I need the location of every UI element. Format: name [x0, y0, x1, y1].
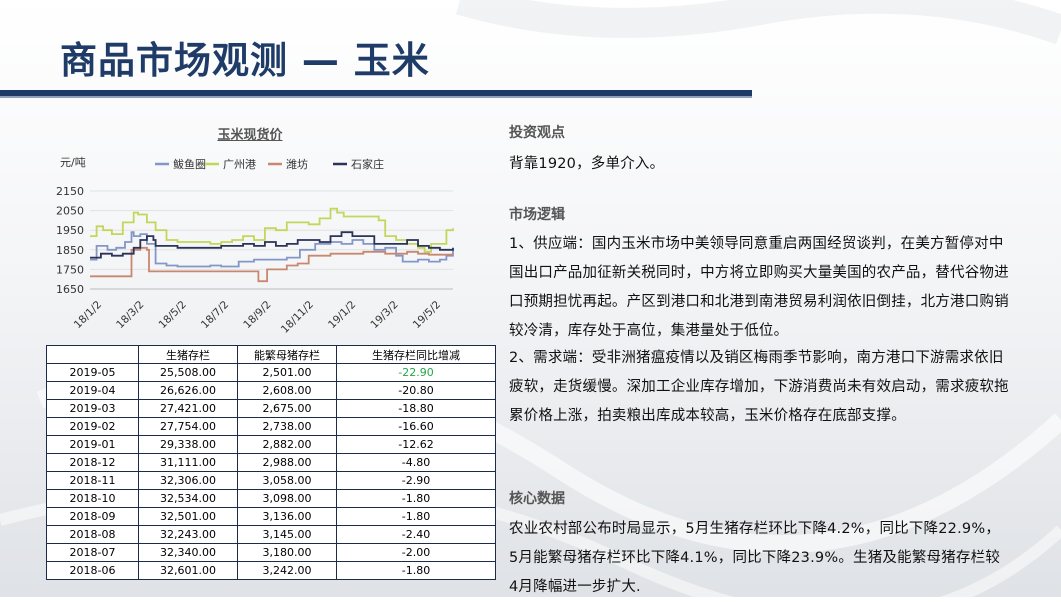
section-text-logic-demand: 2、需求端：受非洲猪瘟疫情以及销区梅雨季节影响，南方港口下游需求依旧疲软，走货缓…: [509, 350, 1009, 424]
table-cell: 2,738.00: [237, 417, 337, 436]
table-row: 2018-12 31,111.00 2,988.00 -4.80: [46, 453, 496, 472]
table-cell: 26,626.00: [138, 381, 238, 400]
table-cell: 2018-07: [46, 543, 139, 562]
table-cell: 2019-03: [46, 399, 139, 418]
title-underline-accent: [0, 96, 752, 98]
table-cell: 2019-04: [46, 381, 139, 400]
table-cell: 27,754.00: [138, 417, 238, 436]
y-tick-label: 1950: [56, 224, 84, 237]
table-header-cell: 生猪存栏同比增减: [336, 345, 496, 364]
table-cell: 3,098.00: [237, 489, 337, 508]
corn-spot-price-chart: 玉米现货价 元/吨 1650 1750 1850 1950 2050 2150 18/1/2 1…: [40, 118, 460, 340]
hog-inventory-table: 生猪存栏 能繁母猪存栏 生猪存栏同比增减 2019-05 25,508.00 2,5…: [46, 345, 496, 580]
table-cell: 2018-06: [46, 561, 139, 580]
table-cell: 3,136.00: [237, 507, 337, 526]
table-cell: 27,421.00: [138, 399, 238, 418]
section-text-data: 农业农村部公布时局显示，5月生猪存栏环比下降4.2%，同比下降22.9%，5月能…: [509, 521, 1001, 595]
legend-label: 石家庄: [351, 157, 384, 171]
table-cell: -18.80: [336, 399, 496, 418]
section-heading-data: 核心数据: [509, 491, 565, 507]
x-tick-label: 19/1/2: [326, 299, 358, 331]
table-cell: -22.90: [336, 363, 496, 382]
table-cell: 2,501.00: [237, 363, 337, 382]
chart-plot: 元/吨 1650 1750 1850 1950 2050 2150 18/1/2 18/3/2 1…: [56, 156, 454, 336]
y-tick-label: 1650: [56, 283, 84, 296]
table-cell: 32,243.00: [138, 525, 238, 544]
table-cell: 32,306.00: [138, 471, 238, 490]
table-cell: -1.80: [336, 507, 496, 526]
x-tick-label: 18/3/2: [114, 299, 146, 331]
x-tick-label: 18/9/2: [241, 299, 273, 331]
y-axis-unit-label: 元/吨: [60, 156, 86, 169]
table-cell: 32,601.00: [138, 561, 238, 580]
table-cell: 2018-11: [46, 471, 139, 490]
series-line: [90, 246, 453, 283]
table-row: 2018-10 32,534.00 3,098.00 -1.80: [46, 489, 496, 508]
table-header-cell: 生猪存栏: [138, 345, 238, 364]
x-tick-label: 18/5/2: [156, 299, 188, 331]
table-cell: 2018-09: [46, 507, 139, 526]
table-cell: 31,111.00: [138, 453, 238, 472]
table-row: 2019-02 27,754.00 2,738.00 -16.60: [46, 417, 496, 436]
table-cell: 32,534.00: [138, 489, 238, 508]
table-cell: 3,058.00: [237, 471, 337, 490]
y-tick-label: 1850: [56, 244, 84, 257]
table-cell: 2019-05: [46, 363, 139, 382]
section-text-logic-supply: 1、供应端：国内玉米市场中美领导同意重启两国经贸谈判，在美方暂停对中国出口产品加…: [509, 236, 1009, 339]
section-heading-view: 投资观点: [509, 125, 565, 141]
table-row: 2018-07 32,340.00 3,180.00 -2.00: [46, 543, 496, 562]
table-cell: 2,608.00: [237, 381, 337, 400]
table-cell: 3,242.00: [237, 561, 337, 580]
y-tick-label: 2050: [56, 205, 84, 218]
table-cell: 2018-10: [46, 489, 139, 508]
table-cell: 2019-01: [46, 435, 139, 454]
x-tick-label: 18/7/2: [199, 299, 231, 331]
table-cell: 2,882.00: [237, 435, 337, 454]
table-row: 2018-08 32,243.00 3,145.00 -2.40: [46, 525, 496, 544]
table-row: 2019-01 29,338.00 2,882.00 -12.62: [46, 435, 496, 454]
table-cell: 29,338.00: [138, 435, 238, 454]
table-row: 2018-11 32,306.00 3,058.00 -2.90: [46, 471, 496, 490]
table-cell: 2,675.00: [237, 399, 337, 418]
x-tick-label: 19/3/2: [368, 299, 400, 331]
x-tick-label: 18/11/2: [279, 299, 316, 336]
table-row: 2018-09 32,501.00 3,136.00 -1.80: [46, 507, 496, 526]
hog-inventory-table-wrap: 生猪存栏 能繁母猪存栏 生猪存栏同比增减 2019-05 25,508.00 2,5…: [46, 345, 496, 580]
table-header-cell: [46, 345, 139, 364]
table-cell: -20.80: [336, 381, 496, 400]
table-cell: -1.80: [336, 489, 496, 508]
table-cell: -2.00: [336, 543, 496, 562]
table-cell: 2018-08: [46, 525, 139, 544]
section-text-view: 背靠1920，多单介入。: [509, 156, 665, 172]
table-row: 2019-05 25,508.00 2,501.00 -22.90: [46, 363, 496, 382]
x-tick-label: 19/5/2: [411, 299, 443, 331]
table-cell: 3,180.00: [237, 543, 337, 562]
table-row: 2019-04 26,626.00 2,608.00 -20.80: [46, 381, 496, 400]
y-tick-label: 2150: [56, 185, 84, 198]
table-cell: -4.80: [336, 453, 496, 472]
table-cell: 3,145.00: [237, 525, 337, 544]
section-heading-logic: 市场逻辑: [509, 207, 565, 223]
table-cell: -16.60: [336, 417, 496, 436]
table-cell: 32,340.00: [138, 543, 238, 562]
table-cell: 2018-12: [46, 453, 139, 472]
table-row: 2018-06 32,601.00 3,242.00 -1.80: [46, 561, 496, 580]
table-cell: -12.62: [336, 435, 496, 454]
table-row: 2019-03 27,421.00 2,675.00 -18.80: [46, 399, 496, 418]
table-cell: 2019-02: [46, 417, 139, 436]
table-cell: -2.90: [336, 471, 496, 490]
y-tick-label: 1750: [56, 263, 84, 276]
table-cell: 2,988.00: [237, 453, 337, 472]
table-cell: 32,501.00: [138, 507, 238, 526]
table-header-row: 生猪存栏 能繁母猪存栏 生猪存栏同比增减: [46, 345, 496, 364]
legend-label: 潍坊: [286, 157, 308, 171]
x-tick-label: 18/1/2: [72, 299, 104, 331]
table-header-cell: 能繁母猪存栏: [237, 345, 337, 364]
table-cell: 25,508.00: [138, 363, 238, 382]
legend-label: 广州港: [223, 158, 256, 171]
table-cell: -2.40: [336, 525, 496, 544]
legend-label: 鲅鱼圈: [173, 157, 206, 171]
page-title: 商品市场观测 — 玉米: [60, 39, 430, 82]
table-cell: -1.80: [336, 561, 496, 580]
